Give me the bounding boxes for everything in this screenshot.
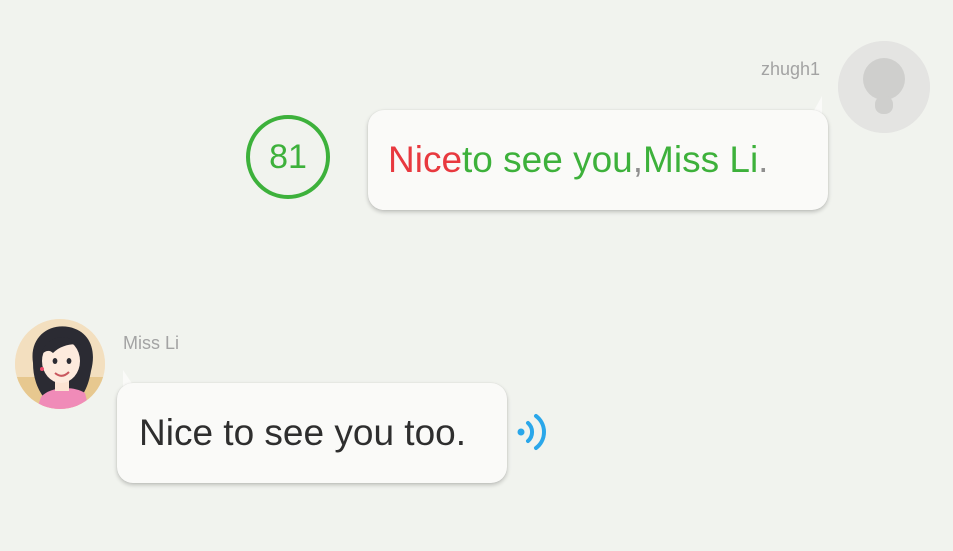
miss-li-avatar-icon[interactable] bbox=[15, 319, 105, 409]
word-incorrect[interactable]: Nice bbox=[388, 139, 462, 181]
sender-name-teacher: Miss Li bbox=[123, 333, 180, 353]
message-bubble-outgoing[interactable]: Nice to see you, Miss Li. bbox=[368, 110, 828, 210]
speaker-wave-icon[interactable] bbox=[515, 410, 549, 454]
default-user-avatar-icon[interactable] bbox=[838, 41, 930, 133]
punctuation: . bbox=[758, 139, 769, 180]
message-bubble-incoming[interactable]: Nice to see you too. bbox=[117, 383, 507, 483]
sender-name-user: zhugh1 bbox=[760, 59, 820, 79]
word-correct[interactable]: Miss Li bbox=[643, 139, 758, 181]
punctuation: , bbox=[632, 139, 644, 180]
word-correct[interactable]: to see you bbox=[462, 139, 633, 181]
message-text: Nice to see you too. bbox=[139, 412, 467, 453]
pronunciation-score-badge: 81 bbox=[246, 115, 330, 199]
